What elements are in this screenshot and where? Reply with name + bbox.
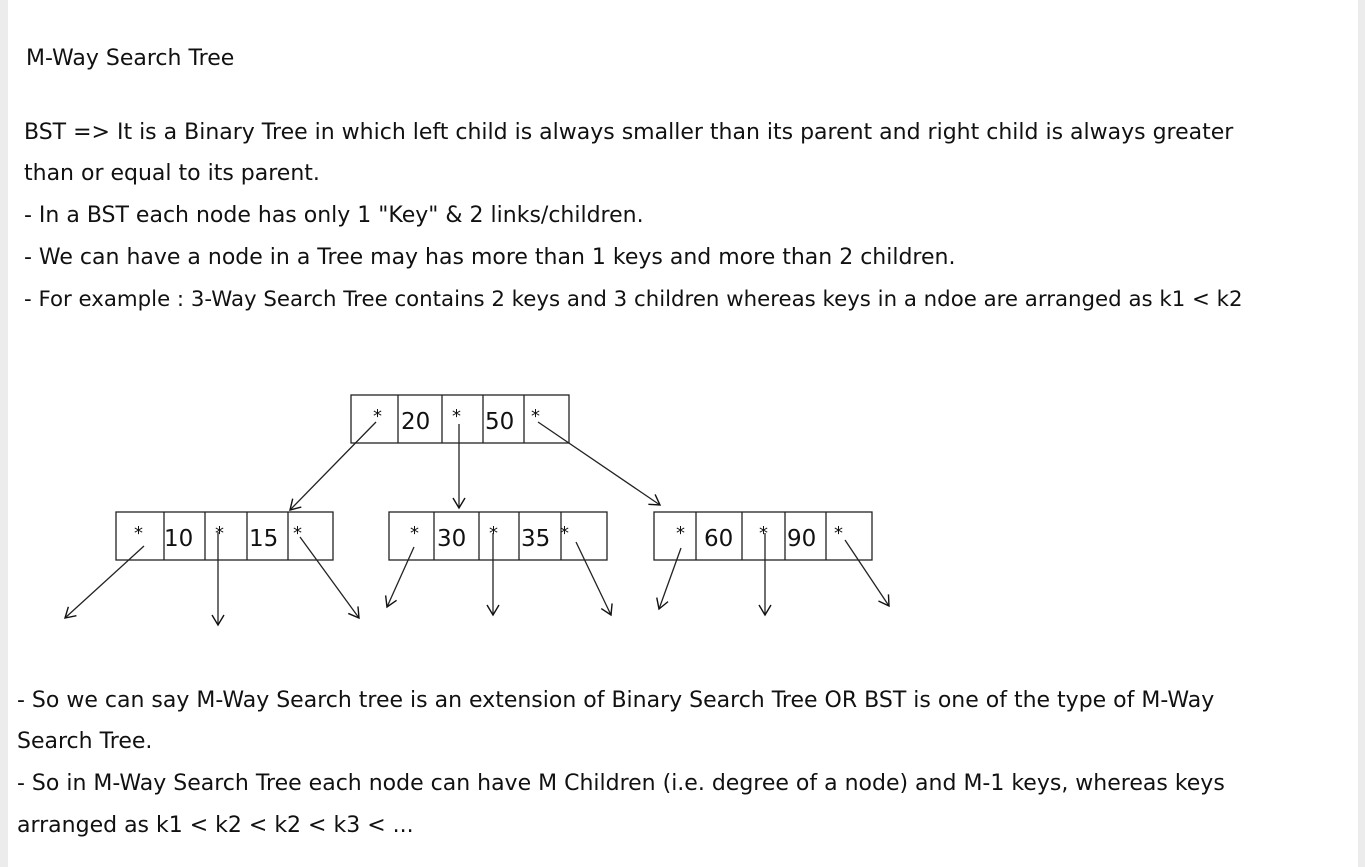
outro-line: Search Tree. [17, 729, 153, 754]
outro-line: - So in M-Way Search Tree each node can … [17, 771, 1225, 796]
subtree-pointer-arrow [656, 547, 682, 611]
child-node-pointer-marker: * [215, 523, 224, 544]
outro-line: arranged as k1 < k2 < k2 < k3 < ... [17, 813, 414, 838]
root-node-pointer-marker: * [531, 406, 540, 427]
child-node-key: 90 [787, 526, 816, 552]
child-node-key: 30 [437, 526, 466, 552]
m-way-tree-diagram: ***2050***1015***3035***6090 [63, 394, 890, 627]
root-node-pointer-marker: * [452, 406, 461, 427]
child-node-pointer-marker: * [293, 523, 302, 544]
child-node-pointer-marker: * [410, 523, 419, 544]
child-node-key: 10 [164, 526, 193, 552]
subtree-pointer-arrow [63, 545, 145, 619]
child-node-pointer-marker: * [759, 523, 768, 544]
subtree-pointer-arrow [844, 539, 890, 608]
subtree-pointer-arrow [575, 541, 613, 617]
root-node-key: 50 [485, 409, 514, 435]
outro-line: - So we can say M-Way Search tree is an … [17, 688, 1215, 713]
root-node-key: 20 [401, 409, 430, 435]
child-node-pointer-marker: * [560, 523, 569, 544]
child-pointer-arrow [289, 421, 377, 511]
child-pointer-arrow [537, 421, 662, 506]
child-node-key: 15 [249, 526, 278, 552]
child-node-key: 35 [521, 526, 550, 552]
child-node-box [388, 511, 608, 561]
child-node-key: 60 [704, 526, 733, 552]
child-node-pointer-marker: * [676, 523, 685, 544]
subtree-pointer-arrow [384, 546, 415, 609]
child-node-pointer-marker: * [134, 523, 143, 544]
child-node-pointer-marker: * [834, 523, 843, 544]
subtree-pointer-arrow [299, 536, 360, 620]
